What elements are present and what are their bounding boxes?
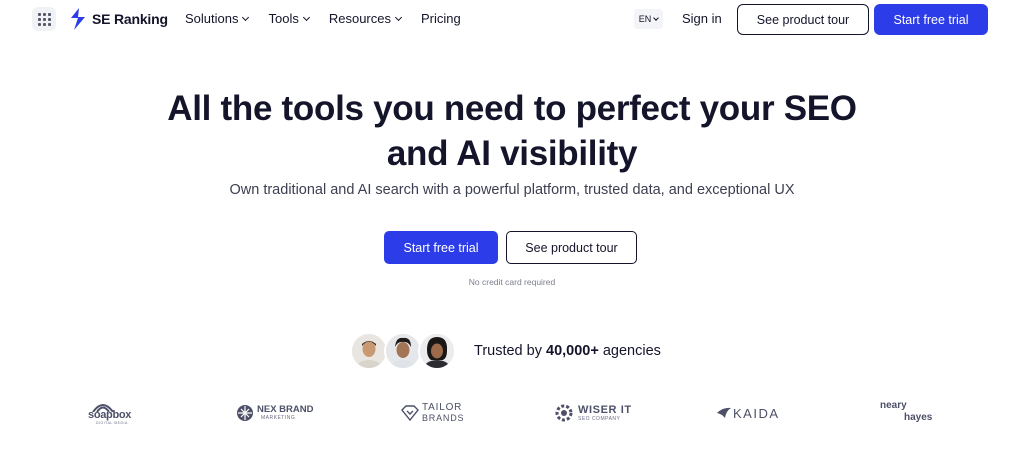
logo-mark-icon bbox=[71, 8, 85, 30]
trust-suffix: agencies bbox=[602, 343, 661, 359]
chevron-down-icon bbox=[302, 13, 310, 21]
logo-name: soapbox bbox=[88, 409, 132, 421]
menu-label: Tools bbox=[268, 11, 299, 26]
chevron-down-icon bbox=[394, 13, 403, 21]
se-ranking-logo[interactable]: SE Ranking bbox=[68, 8, 168, 30]
logo-name: NEX BRAND bbox=[257, 404, 314, 416]
trust-prefix: Trusted by bbox=[474, 343, 542, 359]
client-logo-nex-brand: NEX BRAND MARKETING bbox=[236, 400, 313, 426]
menu-item-resources[interactable]: Resources bbox=[328, 11, 403, 26]
logo-text: SE Ranking bbox=[92, 11, 168, 27]
avatar bbox=[384, 332, 422, 370]
see-product-tour-button[interactable]: See product tour bbox=[506, 231, 637, 264]
wiser-it-gear-icon bbox=[555, 404, 573, 422]
menu-item-solutions[interactable]: Solutions bbox=[185, 11, 250, 26]
main-menu: Solutions Tools Resources Pricing bbox=[185, 11, 461, 26]
client-logo-soapbox: soapbox DIGITAL MEDIA bbox=[88, 400, 138, 426]
logo-name: neary bbox=[880, 400, 907, 411]
hero-title-line-1: All the tools you need to perfect your S… bbox=[167, 89, 857, 128]
menu-label: Solutions bbox=[185, 11, 239, 26]
logo-subtitle: DIGITAL MEDIA bbox=[96, 421, 128, 425]
menu-label: Pricing bbox=[420, 11, 461, 26]
menu-label: Resources bbox=[328, 11, 391, 26]
hero-title-line-2: and AI visibility bbox=[386, 134, 638, 173]
header-free-trial-button[interactable]: Start free trial bbox=[874, 4, 988, 35]
chevron-down-icon bbox=[242, 13, 250, 21]
trusted-by-text: Trusted by 40,000+ agencies bbox=[474, 343, 661, 359]
client-logo-neary-hayes: neary hayes bbox=[880, 399, 932, 425]
client-logo-kaida: KAIDA bbox=[716, 400, 780, 426]
logo-name: TAILOR bbox=[422, 402, 463, 413]
logo-subtitle: MARKETING bbox=[261, 414, 296, 421]
trust-count: 40,000+ bbox=[546, 343, 599, 359]
logo-name: KAIDA bbox=[733, 405, 780, 421]
menu-item-pricing[interactable]: Pricing bbox=[421, 11, 461, 26]
client-logo-tailor-brands: TAILOR BRANDS bbox=[401, 400, 464, 426]
tailor-brands-badge-icon bbox=[401, 405, 419, 421]
logo-subtitle: BRANDS bbox=[422, 413, 465, 423]
header-product-tour-button[interactable]: See product tour bbox=[737, 4, 869, 35]
top-navigation: SE Ranking Solutions Tools Resources Pri… bbox=[0, 0, 1024, 38]
customer-avatars bbox=[350, 332, 458, 370]
menu-item-tools[interactable]: Tools bbox=[268, 11, 310, 26]
kaida-bird-icon bbox=[717, 407, 731, 418]
hero-title: All the tools you need to perfect your S… bbox=[0, 86, 1024, 176]
start-free-trial-button[interactable]: Start free trial bbox=[384, 231, 498, 264]
language-label: EN bbox=[638, 14, 652, 24]
sign-in-link[interactable]: Sign in bbox=[682, 11, 722, 26]
logo-subtitle: SEO COMPANY bbox=[578, 415, 621, 422]
avatar bbox=[350, 332, 388, 370]
client-logo-wiser-it: WISER IT SEO COMPANY bbox=[553, 400, 632, 426]
logo-subtitle: hayes bbox=[904, 412, 933, 423]
language-selector[interactable]: EN bbox=[634, 9, 663, 29]
apps-grid-icon[interactable] bbox=[32, 7, 56, 31]
chevron-down-icon bbox=[653, 15, 660, 21]
logo-name: WISER IT bbox=[578, 403, 632, 416]
nex-brand-globe-icon bbox=[237, 405, 253, 421]
no-credit-card-note: No credit card required bbox=[468, 277, 556, 287]
avatar bbox=[418, 332, 456, 370]
hero-subtitle: Own traditional and AI search with a pow… bbox=[229, 182, 795, 198]
